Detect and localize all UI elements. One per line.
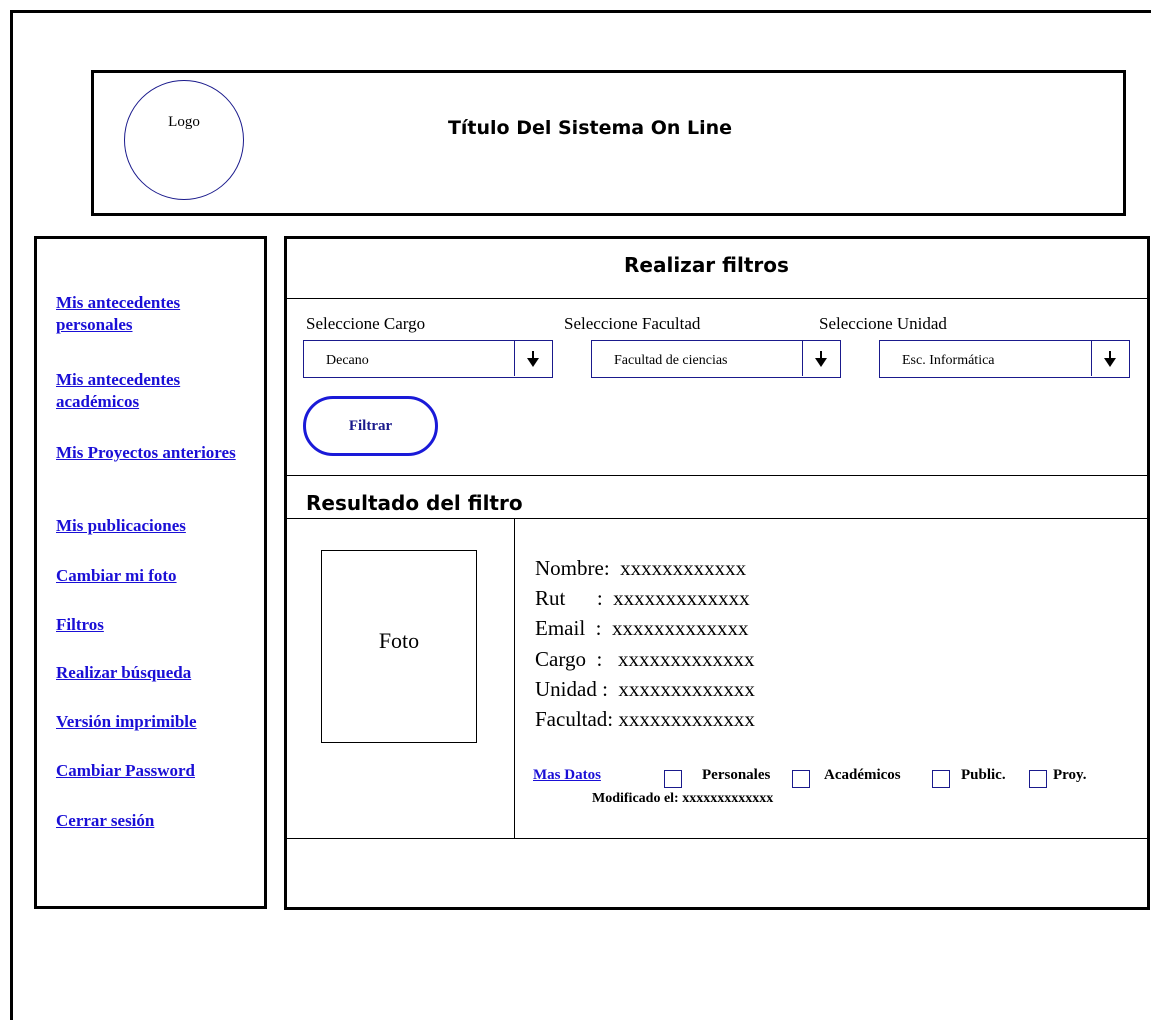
checkbox-academicos[interactable] (792, 770, 810, 788)
sidebar-item-version-imprimible[interactable]: Versión imprimible (56, 711, 256, 733)
cargo-label: Seleccione Cargo (306, 314, 426, 333)
checkbox-personales[interactable] (664, 770, 682, 788)
system-title: Título Del Sistema On Line (447, 117, 733, 139)
header (91, 70, 1126, 216)
info-rut: Rut : xxxxxxxxxxxxx (535, 586, 750, 610)
divider (286, 838, 1149, 839)
info-nombre: Nombre: xxxxxxxxxxxx (535, 556, 747, 580)
sidebar-item-cerrar-sesion[interactable]: Cerrar sesión (56, 810, 256, 832)
filters-title: Realizar filtros (624, 253, 789, 277)
mas-datos-link[interactable]: Mas Datos (533, 767, 601, 784)
facultad-select-value: Facultad de ciencias (614, 353, 728, 368)
chevron-down-icon[interactable] (1091, 341, 1129, 376)
unidad-select-value: Esc. Informática (902, 353, 995, 368)
info-facultad: Facultad: xxxxxxxxxxxxx (535, 707, 755, 731)
filter-button[interactable]: Filtrar (303, 396, 438, 456)
info-email: Email : xxxxxxxxxxxxx (535, 616, 749, 640)
checkbox-public[interactable] (932, 770, 950, 788)
results-title: Resultado del filtro (306, 491, 523, 515)
facultad-select[interactable]: Facultad de ciencias (591, 340, 841, 378)
facultad-label: Seleccione Facultad (564, 314, 701, 333)
divider (286, 518, 1149, 519)
checkbox-label-proy: Proy. (1053, 767, 1087, 783)
sidebar-item-filtros[interactable]: Filtros (56, 614, 256, 636)
logo-text: Logo (168, 114, 200, 130)
checkbox-label-public: Public. (961, 767, 1006, 783)
chevron-down-icon[interactable] (802, 341, 840, 376)
cargo-select[interactable]: Decano (303, 340, 553, 378)
modified-date: Modificado el: xxxxxxxxxxxxx (592, 791, 774, 806)
sidebar-item-cambiar-foto[interactable]: Cambiar mi foto (56, 565, 256, 587)
divider (286, 475, 1149, 476)
checkbox-label-academicos: Académicos (824, 767, 901, 783)
sidebar-item-antecedentes-academicos[interactable]: Mis antecedentes académicos (56, 369, 256, 413)
cargo-select-value: Decano (326, 353, 369, 368)
checkbox-label-personales: Personales (702, 767, 771, 783)
photo-label: Foto (378, 628, 420, 653)
divider (514, 518, 515, 838)
unidad-label: Seleccione Unidad (819, 314, 947, 333)
logo: Logo (124, 80, 244, 200)
sidebar-item-antecedentes-personales[interactable]: Mis antecedentes personales (56, 292, 256, 336)
divider (286, 298, 1149, 299)
info-cargo: Cargo : xxxxxxxxxxxxx (535, 647, 755, 671)
chevron-down-icon[interactable] (514, 341, 552, 376)
sidebar-item-proyectos-anteriores[interactable]: Mis Proyectos anteriores (56, 442, 256, 464)
unidad-select[interactable]: Esc. Informática (879, 340, 1130, 378)
info-unidad: Unidad : xxxxxxxxxxxxx (535, 677, 755, 701)
photo-placeholder: Foto (321, 550, 477, 743)
sidebar-item-publicaciones[interactable]: Mis publicaciones (56, 515, 256, 537)
sidebar-item-cambiar-password[interactable]: Cambiar Password (56, 760, 256, 782)
checkbox-proy[interactable] (1029, 770, 1047, 788)
sidebar-item-realizar-busqueda[interactable]: Realizar búsqueda (56, 662, 256, 684)
